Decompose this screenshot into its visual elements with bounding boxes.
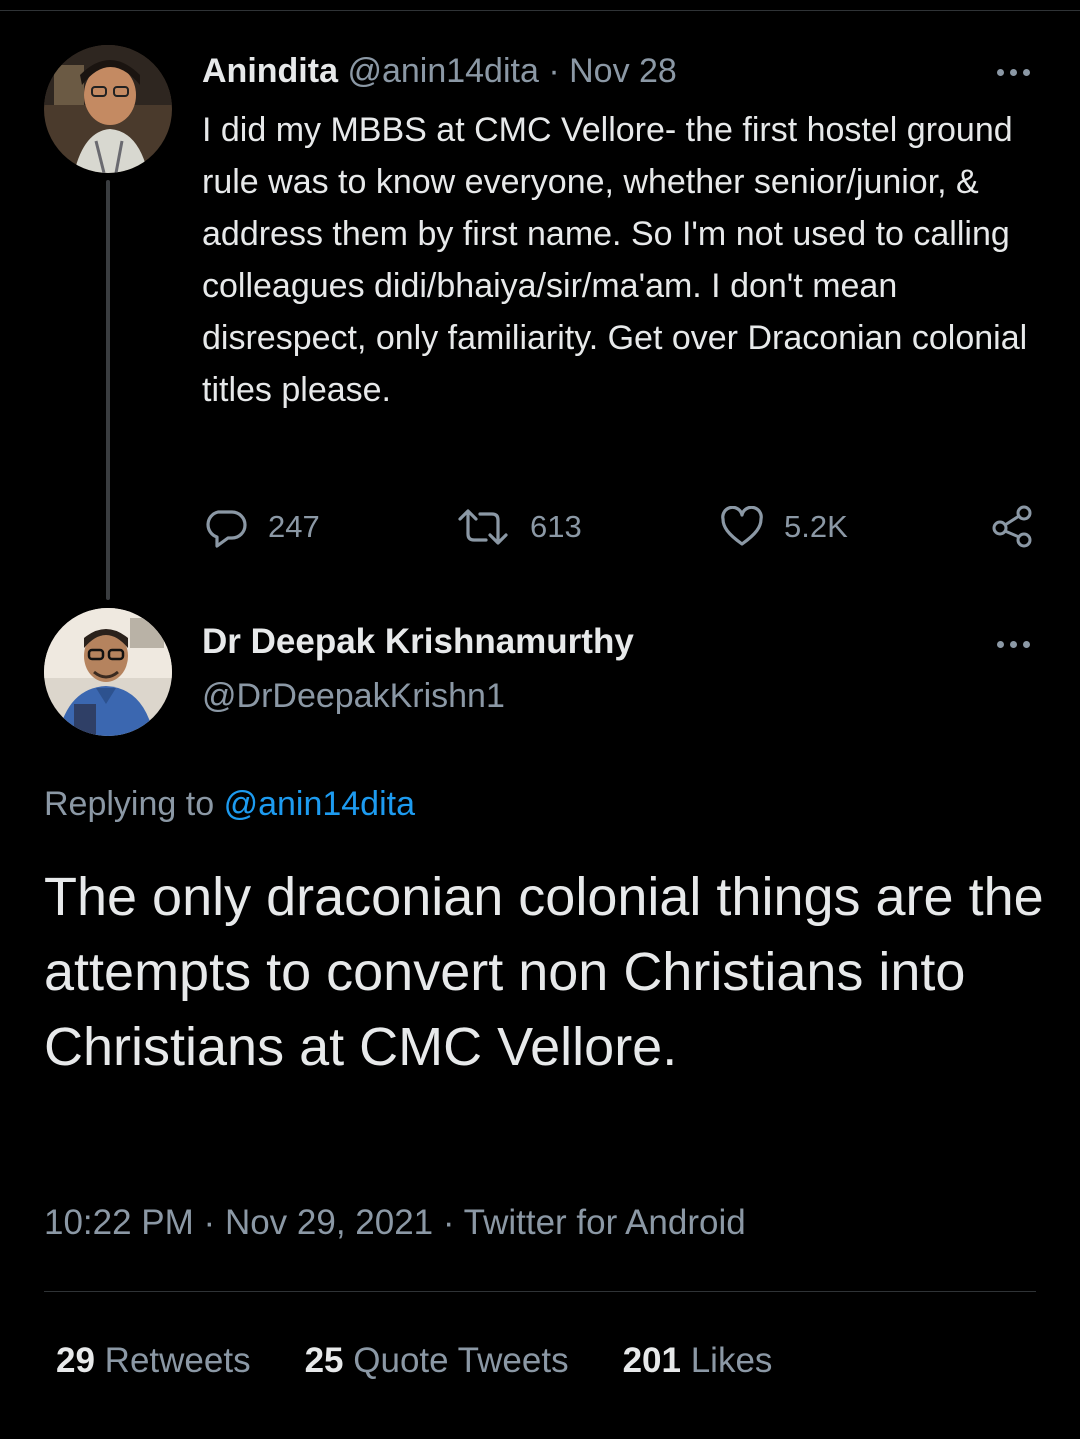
parent-author-handle[interactable]: @anin14dita xyxy=(347,52,538,90)
main-tweet-text: The only draconian colonial things are t… xyxy=(44,867,1044,1077)
reply-button[interactable]: 247 xyxy=(204,506,320,548)
parent-tweet-actions: 247 613 5.2K xyxy=(0,500,1080,554)
replying-label: Replying to xyxy=(44,785,215,823)
tweet-source[interactable]: Twitter for Android xyxy=(464,1203,746,1242)
parent-date[interactable]: Nov 28 xyxy=(569,52,677,90)
like-count: 5.2K xyxy=(784,509,848,544)
likes-stat[interactable]: 201 Likes xyxy=(623,1338,773,1384)
tweet-date[interactable]: Nov 29, 2021 xyxy=(225,1203,433,1242)
share-icon xyxy=(990,504,1034,548)
tweet-time[interactable]: 10:22 PM xyxy=(44,1203,194,1242)
parent-tweet-text: I did my MBBS at CMC Vellore- the first … xyxy=(202,111,1028,409)
likes-label: Likes xyxy=(690,1341,773,1380)
retweet-icon xyxy=(456,506,510,548)
top-divider xyxy=(0,10,1080,11)
quotes-count: 25 xyxy=(304,1341,344,1380)
reply-icon xyxy=(204,506,248,548)
parent-separator: · xyxy=(548,52,560,90)
main-more-icon[interactable] xyxy=(988,634,1038,654)
meta-separator: · xyxy=(203,1203,216,1242)
retweets-stat[interactable]: 29 Retweets xyxy=(56,1338,251,1384)
parent-more-icon[interactable] xyxy=(988,62,1038,82)
replying-to: Replying to @anin14dita xyxy=(44,782,415,826)
main-author-handle[interactable]: @DrDeepakKrishn1 xyxy=(202,674,505,718)
replying-handle-link[interactable]: @anin14dita xyxy=(224,785,415,823)
quotes-label: Quote Tweets xyxy=(353,1341,569,1380)
retweets-label: Retweets xyxy=(104,1341,251,1380)
tweet-stats: 29 Retweets 25 Quote Tweets 201 Likes xyxy=(56,1338,826,1384)
retweet-count: 613 xyxy=(530,509,582,544)
parent-tweet-header: Anindita @anin14dita · Nov 28 xyxy=(202,50,677,92)
avatar-deepak[interactable] xyxy=(44,608,172,736)
like-icon xyxy=(720,506,764,548)
share-button[interactable] xyxy=(990,504,1034,548)
meta-separator: · xyxy=(442,1203,455,1242)
avatar-anindita[interactable] xyxy=(44,45,172,173)
main-author-name[interactable]: Dr Deepak Krishnamurthy xyxy=(202,620,634,664)
quote-tweets-stat[interactable]: 25 Quote Tweets xyxy=(305,1338,569,1384)
retweets-count: 29 xyxy=(56,1341,95,1380)
reply-count: 247 xyxy=(268,509,320,544)
stats-divider xyxy=(44,1291,1036,1292)
retweet-button[interactable]: 613 xyxy=(456,506,582,548)
parent-author-name[interactable]: Anindita xyxy=(202,52,338,90)
tweet-metadata: 10:22 PM · Nov 29, 2021 · Twitter for An… xyxy=(44,1200,746,1246)
like-button[interactable]: 5.2K xyxy=(720,506,848,548)
likes-count: 201 xyxy=(622,1341,681,1380)
